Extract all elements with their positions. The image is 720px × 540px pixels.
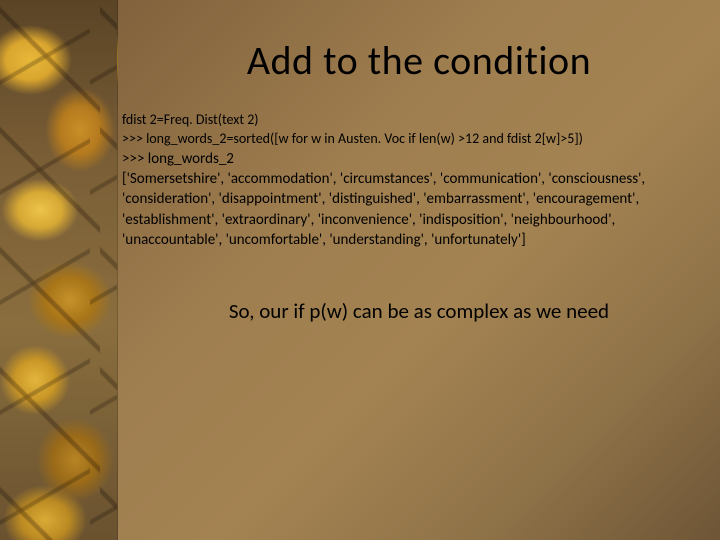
- decorative-leaves-strip: [0, 0, 118, 540]
- code-line-1: fdist 2=Freq. Dist(text 2): [122, 111, 708, 130]
- slide-title: Add to the condition: [118, 36, 720, 85]
- conclusion-text: So, our if p(w) can be as complex as we …: [118, 298, 720, 324]
- slide-content: Add to the condition fdist 2=Freq. Dist(…: [118, 0, 720, 540]
- code-block: fdist 2=Freq. Dist(text 2) >>> long_word…: [118, 111, 720, 250]
- code-output-list: ['Somersetshire', 'accommodation', 'circ…: [122, 169, 708, 250]
- code-line-3: >>> long_words_2: [122, 149, 708, 169]
- code-line-2: >>> long_words_2=sorted([w for w in Aust…: [122, 130, 708, 149]
